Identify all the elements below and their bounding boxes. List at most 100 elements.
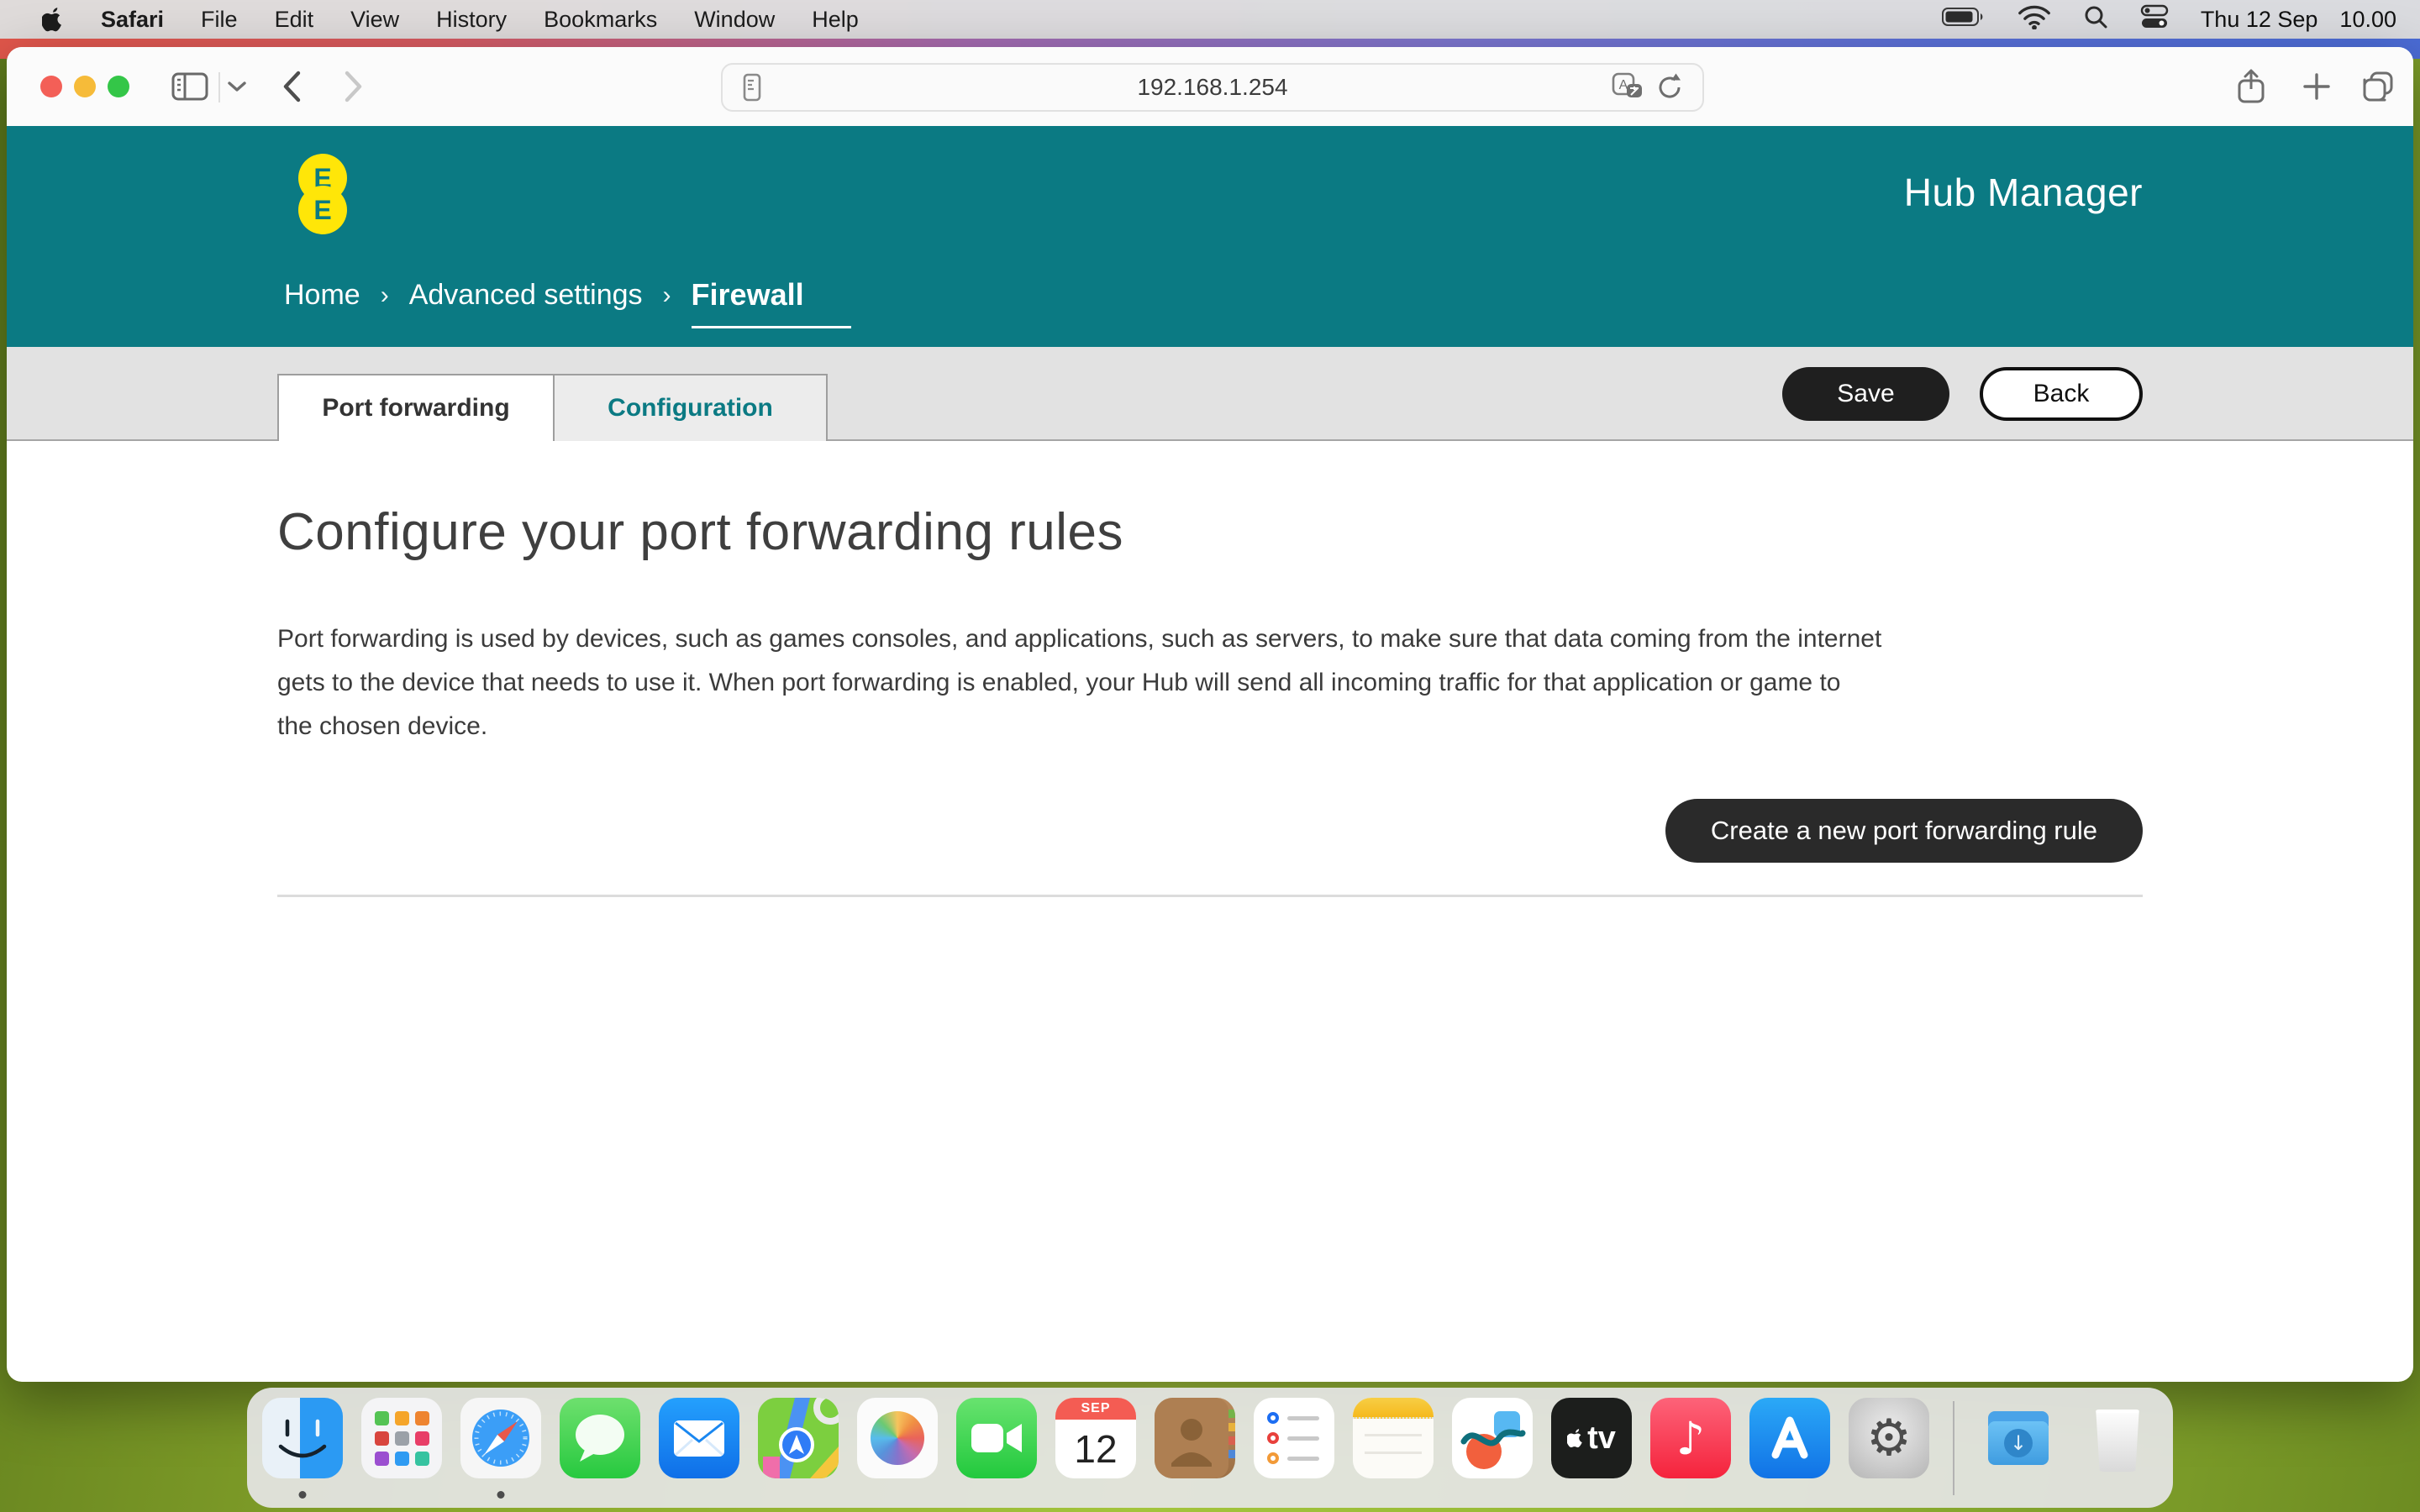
url-text[interactable]: 192.168.1.254 [723, 74, 1702, 101]
close-window-button[interactable] [40, 76, 62, 97]
dock: SEP 12 tv ♪ [247, 1388, 2173, 1508]
dock-item-calendar[interactable]: SEP 12 [1055, 1398, 1136, 1478]
tab-bar-actions: Save Back [1782, 367, 2143, 421]
tab-configuration[interactable]: Configuration [555, 374, 828, 441]
reminders-icon [1254, 1398, 1334, 1478]
address-bar[interactable]: 192.168.1.254 A [721, 63, 1704, 112]
app-menus: Safari File Edit View History Bookmarks … [101, 7, 859, 33]
new-tab-icon[interactable] [2302, 47, 2331, 126]
menu-history[interactable]: History [436, 7, 507, 33]
contacts-icon [1155, 1398, 1235, 1478]
menu-bookmarks[interactable]: Bookmarks [544, 7, 657, 33]
main-content: Configure your port forwarding rules Por… [7, 441, 2413, 897]
apple-menu-icon[interactable] [42, 7, 64, 32]
finder-icon [262, 1398, 343, 1478]
dock-item-tv[interactable]: tv [1551, 1398, 1632, 1478]
dock-item-reminders[interactable] [1254, 1398, 1334, 1478]
minimize-window-button[interactable] [74, 76, 96, 97]
dock-item-app-store[interactable] [1749, 1398, 1830, 1478]
content-divider [277, 895, 2143, 897]
back-page-button[interactable]: Back [1980, 367, 2143, 421]
description-text: Port forwarding is used by devices, such… [277, 617, 2160, 748]
breadcrumb: Home › Advanced settings › Firewall [284, 279, 851, 328]
safari-window: 192.168.1.254 A E E Hub Manager Home › [7, 47, 2413, 1382]
battery-icon[interactable] [1942, 7, 1986, 33]
downloads-folder-icon: ↓ [1978, 1398, 2059, 1478]
dock-item-downloads[interactable]: ↓ [1978, 1398, 2059, 1478]
dock-item-launchpad[interactable] [361, 1398, 442, 1478]
create-rule-button[interactable]: Create a new port forwarding rule [1665, 799, 2143, 863]
toolbar-divider [218, 72, 220, 102]
mail-icon [659, 1398, 739, 1478]
photos-icon [857, 1398, 938, 1478]
breadcrumb-separator: › [381, 281, 389, 310]
reload-icon[interactable] [1655, 72, 1684, 102]
description-line: gets to the device that needs to use it.… [277, 661, 2160, 705]
menu-bar: Safari File Edit View History Bookmarks … [0, 0, 2420, 39]
spotlight-search-icon[interactable] [2083, 4, 2108, 35]
sidebar-toggle-icon[interactable] [171, 47, 208, 126]
back-button[interactable] [281, 47, 302, 126]
dock-item-freeform[interactable] [1452, 1398, 1533, 1478]
calendar-day: 12 [1074, 1420, 1117, 1478]
status-icons: Thu 12 Sep 10.00 [1942, 0, 2396, 39]
dock-item-system-settings[interactable]: ⚙ [1849, 1398, 1929, 1478]
freeform-icon [1452, 1398, 1533, 1478]
menu-edit[interactable]: Edit [275, 7, 314, 33]
dock-item-facetime[interactable] [956, 1398, 1037, 1478]
description-line: the chosen device. [277, 705, 2160, 748]
dock-item-mail[interactable] [659, 1398, 739, 1478]
content-heading: Configure your port forwarding rules [277, 441, 2143, 562]
share-icon[interactable] [2237, 47, 2265, 126]
menu-safari[interactable]: Safari [101, 7, 164, 33]
zoom-window-button[interactable] [108, 76, 129, 97]
app-store-icon [1749, 1398, 1830, 1478]
ee-logo: E E [298, 154, 347, 234]
breadcrumb-advanced-settings[interactable]: Advanced settings [409, 279, 643, 312]
dock-item-finder[interactable] [262, 1398, 343, 1478]
menu-time: 10.00 [2339, 7, 2396, 33]
dock-item-safari[interactable] [460, 1398, 541, 1478]
ee-logo-letter: E [298, 186, 347, 234]
dock-item-maps[interactable] [758, 1398, 839, 1478]
notes-icon [1353, 1398, 1434, 1478]
menu-window[interactable]: Window [694, 7, 775, 33]
calendar-icon: SEP 12 [1055, 1398, 1136, 1478]
browser-toolbar: 192.168.1.254 A [7, 47, 2413, 126]
page-title: Hub Manager [1904, 170, 2143, 215]
music-icon: ♪ [1650, 1398, 1731, 1478]
running-indicator [299, 1491, 307, 1499]
launchpad-icon [361, 1398, 442, 1478]
hub-header: E E Hub Manager Home › Advanced settings… [7, 126, 2413, 347]
dock-item-contacts[interactable] [1155, 1398, 1235, 1478]
tab-overview-icon[interactable] [2361, 47, 2395, 126]
menu-view[interactable]: View [350, 7, 399, 33]
wifi-icon[interactable] [2018, 4, 2051, 35]
safari-icon [460, 1398, 541, 1478]
trash-icon [2077, 1398, 2158, 1478]
tab-port-forwarding[interactable]: Port forwarding [277, 374, 555, 441]
menu-help[interactable]: Help [812, 7, 859, 33]
breadcrumb-home[interactable]: Home [284, 279, 360, 312]
menu-file[interactable]: File [201, 7, 238, 33]
running-indicator [497, 1491, 505, 1499]
translate-icon[interactable]: A [1612, 72, 1644, 102]
dock-item-trash[interactable] [2077, 1398, 2158, 1478]
menu-date: Thu 12 Sep [2201, 7, 2318, 33]
breadcrumb-firewall-current: Firewall [692, 277, 851, 328]
dock-item-notes[interactable] [1353, 1398, 1434, 1478]
tv-label: tv [1587, 1420, 1616, 1457]
tab-bar: Port forwarding Configuration Save Back [7, 347, 2413, 441]
sidebar-chevron-down-icon[interactable] [227, 47, 247, 126]
settings-gear-icon: ⚙ [1849, 1398, 1929, 1478]
facetime-icon [956, 1398, 1037, 1478]
dock-item-messages[interactable] [560, 1398, 640, 1478]
calendar-month: SEP [1055, 1398, 1136, 1420]
dock-item-music[interactable]: ♪ [1650, 1398, 1731, 1478]
dock-item-photos[interactable] [857, 1398, 938, 1478]
forward-button[interactable] [343, 47, 365, 126]
apple-tv-icon: tv [1551, 1398, 1632, 1478]
control-center-icon[interactable] [2140, 4, 2169, 35]
save-button[interactable]: Save [1782, 367, 1949, 421]
menu-clock[interactable]: Thu 12 Sep 10.00 [2201, 7, 2396, 33]
